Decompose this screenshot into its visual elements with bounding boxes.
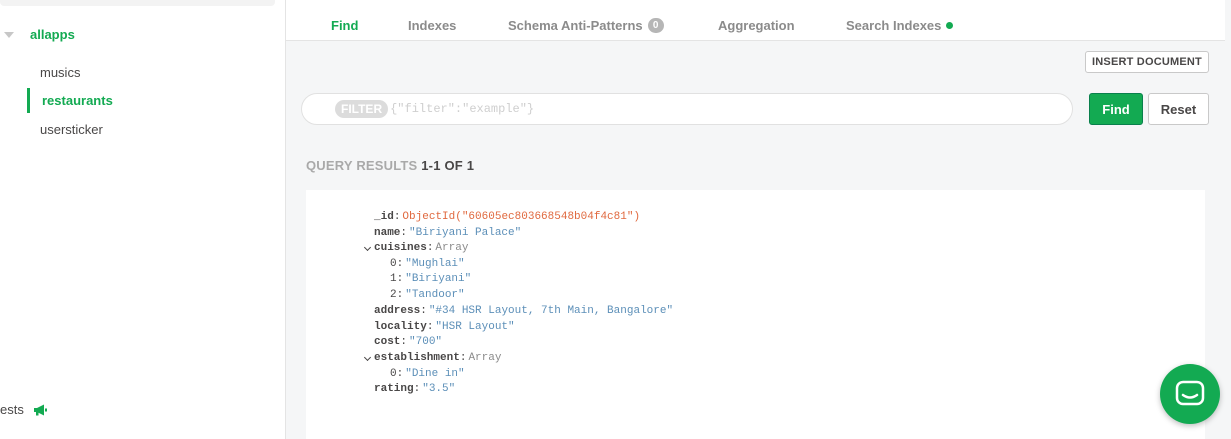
sidebar-database-allapps[interactable]: allapps xyxy=(4,25,75,43)
field-cuisines[interactable]: cuisines: Array xyxy=(363,241,469,255)
sidebar-bottom-label: ests xyxy=(0,402,24,417)
filter-bar[interactable]: FILTER xyxy=(301,93,1073,125)
field-address: address: "#34 HSR Layout, 7th Main, Bang… xyxy=(374,305,674,317)
insert-document-button[interactable]: INSERT DOCUMENT xyxy=(1085,51,1209,73)
field-key: establishment xyxy=(374,352,460,364)
chevron-down-icon[interactable] xyxy=(363,353,372,362)
field-cost: cost: "700" xyxy=(374,336,443,348)
field-key: cost xyxy=(374,336,401,348)
field-type: Array xyxy=(435,242,469,254)
field-establishment[interactable]: establishment: Array xyxy=(363,351,502,365)
field-value: "Tandoor" xyxy=(405,289,465,301)
find-button[interactable]: Find xyxy=(1089,93,1143,125)
array-element: 1: "Biriyani" xyxy=(390,273,472,285)
tab-aggregation[interactable]: Aggregation xyxy=(718,18,795,33)
tab-label: Schema Anti-Patterns xyxy=(508,18,643,33)
array-element: 0: "Dine in" xyxy=(390,368,465,380)
sidebar-search-box[interactable] xyxy=(0,0,275,6)
field-value: "Dine in" xyxy=(405,368,465,380)
field-rating: rating: "3.5" xyxy=(374,383,456,395)
tab-label: Aggregation xyxy=(718,18,795,33)
tab-label: Find xyxy=(331,18,359,33)
chat-icon xyxy=(1175,380,1205,406)
array-element: 0: "Mughlai" xyxy=(390,258,465,270)
chat-launcher-button[interactable] xyxy=(1160,364,1220,424)
field-key: name xyxy=(374,227,401,239)
field-name: name: "Biriyani Palace" xyxy=(374,227,522,239)
field-key: _id xyxy=(374,211,394,223)
field-value: "3.5" xyxy=(422,383,456,395)
field-key: address xyxy=(374,305,421,317)
sidebar-item-restaurants[interactable]: restaurants xyxy=(42,93,113,108)
sidebar-item-usersticker[interactable]: usersticker xyxy=(40,122,103,137)
field-type: Array xyxy=(468,352,502,364)
field-value: "HSR Layout" xyxy=(435,321,515,333)
field-value: "Biriyani Palace" xyxy=(409,227,522,239)
array-element: 2: "Tandoor" xyxy=(390,289,465,301)
field-value: "Biriyani" xyxy=(405,273,472,285)
filter-label: FILTER xyxy=(335,100,389,118)
field-value: "700" xyxy=(409,336,443,348)
tab-label: Indexes xyxy=(408,18,457,33)
tab-schema-anti-patterns[interactable]: Schema Anti-Patterns 0 xyxy=(508,18,664,33)
sidebar: allapps musics restaurants usersticker e… xyxy=(0,0,286,439)
field-locality: locality: "HSR Layout" xyxy=(374,321,515,333)
chevron-down-icon[interactable] xyxy=(363,243,372,252)
tab-indexes[interactable]: Indexes xyxy=(408,18,456,33)
status-dot-icon xyxy=(946,22,954,29)
filter-input[interactable] xyxy=(390,102,991,116)
field-value: ObjectId("60605ec803668548b04f4c81") xyxy=(402,211,641,223)
results-title: QUERY RESULTS xyxy=(306,158,418,173)
tab-search-indexes[interactable]: Search Indexes xyxy=(846,18,954,33)
field-value: "Mughlai" xyxy=(405,258,465,270)
field-key: cuisines xyxy=(374,242,427,254)
array-index: 0 xyxy=(390,368,397,380)
field-key: rating xyxy=(374,383,414,395)
megaphone-icon xyxy=(33,404,47,416)
field-key: locality xyxy=(374,321,427,333)
tab-bar: Find Indexes Schema Anti-Patterns 0 Aggr… xyxy=(286,0,1225,41)
array-index: 2 xyxy=(390,289,397,301)
main-panel: Find Indexes Schema Anti-Patterns 0 Aggr… xyxy=(286,0,1231,439)
reset-button[interactable]: Reset xyxy=(1148,93,1209,125)
count-badge: 0 xyxy=(647,18,664,33)
sidebar-item-musics[interactable]: musics xyxy=(40,65,80,80)
document-card[interactable]: _id: ObjectId("60605ec803668548b04f4c81"… xyxy=(306,190,1205,439)
field-id: _id: ObjectId("60605ec803668548b04f4c81"… xyxy=(374,211,641,223)
array-index: 0 xyxy=(390,258,397,270)
database-name: allapps xyxy=(30,26,75,42)
array-index: 1 xyxy=(390,273,397,285)
query-results-header: QUERY RESULTS 1-1 OF 1 xyxy=(306,158,474,173)
tab-label: Search Indexes xyxy=(846,18,942,33)
results-count: 1-1 OF 1 xyxy=(421,158,475,173)
field-value: "#34 HSR Layout, 7th Main, Bangalore" xyxy=(428,305,674,317)
caret-down-icon[interactable] xyxy=(4,32,14,38)
active-indicator xyxy=(27,88,30,113)
tab-find[interactable]: Find xyxy=(331,18,358,33)
sidebar-feature-requests[interactable]: ests xyxy=(0,402,47,417)
